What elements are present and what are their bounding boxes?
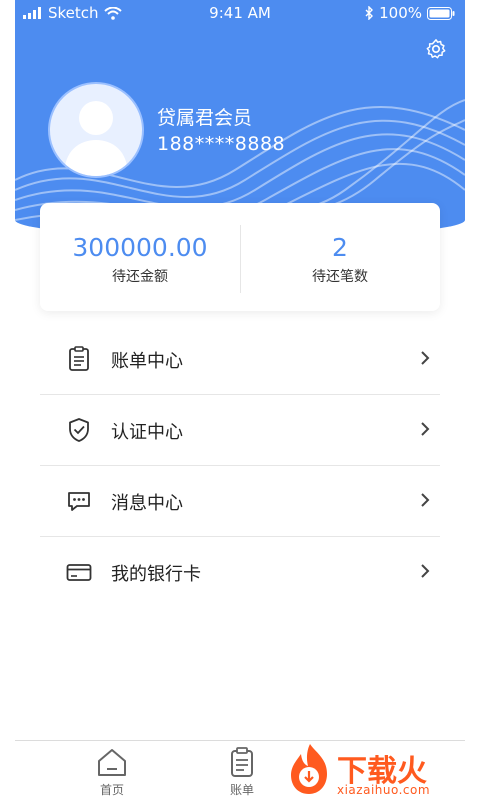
watermark-url: xiazaihuo.com	[337, 783, 431, 797]
pending-count-label: 待还笔数	[312, 269, 368, 285]
watermark-logo: 下载火 xiazaihuo.com	[285, 740, 480, 800]
status-bar: Sketch 9:41 AM 100%	[15, 0, 465, 26]
pending-count[interactable]: 2 待还笔数	[240, 203, 440, 311]
tab-home[interactable]: 首页	[72, 747, 152, 798]
battery-icon	[427, 6, 455, 20]
flame-icon	[291, 744, 327, 794]
settings-gear-icon[interactable]	[425, 38, 447, 60]
chevron-right-icon	[421, 564, 430, 578]
menu-item-verification-center[interactable]: 认证中心	[40, 395, 440, 466]
pending-amount[interactable]: 300000.00 待还金额	[40, 203, 240, 311]
menu-item-label: 我的银行卡	[111, 564, 201, 585]
menu-item-my-bank-card[interactable]: 我的银行卡	[40, 537, 440, 607]
repayment-summary-card: 300000.00 待还金额 2 待还笔数	[40, 203, 440, 311]
avatar[interactable]	[48, 82, 144, 178]
user-silhouette-icon	[64, 101, 128, 176]
chevron-right-icon	[421, 422, 430, 436]
chevron-right-icon	[421, 351, 430, 365]
bank-card-icon	[66, 564, 92, 581]
menu-item-label: 账单中心	[111, 351, 183, 372]
chat-bubble-icon	[68, 492, 90, 511]
tab-label: 账单	[229, 783, 254, 797]
battery-percent: 100%	[379, 4, 422, 22]
home-icon	[98, 749, 126, 776]
tab-label: 首页	[99, 783, 124, 797]
phone-number: 188****8888	[157, 133, 286, 155]
app-screen: Sketch 9:41 AM 100% 贷属君会员 188****8888 30…	[15, 0, 465, 801]
bill-icon	[231, 747, 253, 777]
menu-item-message-center[interactable]: 消息中心	[40, 466, 440, 537]
chevron-right-icon	[421, 493, 430, 507]
pending-count-value: 2	[332, 233, 348, 262]
menu-item-label: 消息中心	[111, 493, 183, 514]
bluetooth-icon	[365, 6, 374, 20]
menu-item-bill-center[interactable]: 账单中心	[40, 324, 440, 395]
pending-amount-label: 待还金额	[112, 269, 168, 285]
pending-amount-value: 300000.00	[72, 233, 208, 262]
menu-item-label: 认证中心	[111, 422, 183, 443]
clipboard-icon	[69, 346, 89, 371]
menu-list: 账单中心 认证中心 消息中心 我的银行卡	[40, 324, 440, 607]
tab-bill[interactable]: 账单	[202, 747, 282, 798]
member-title: 贷属君会员	[157, 107, 253, 129]
shield-check-icon	[69, 418, 89, 442]
